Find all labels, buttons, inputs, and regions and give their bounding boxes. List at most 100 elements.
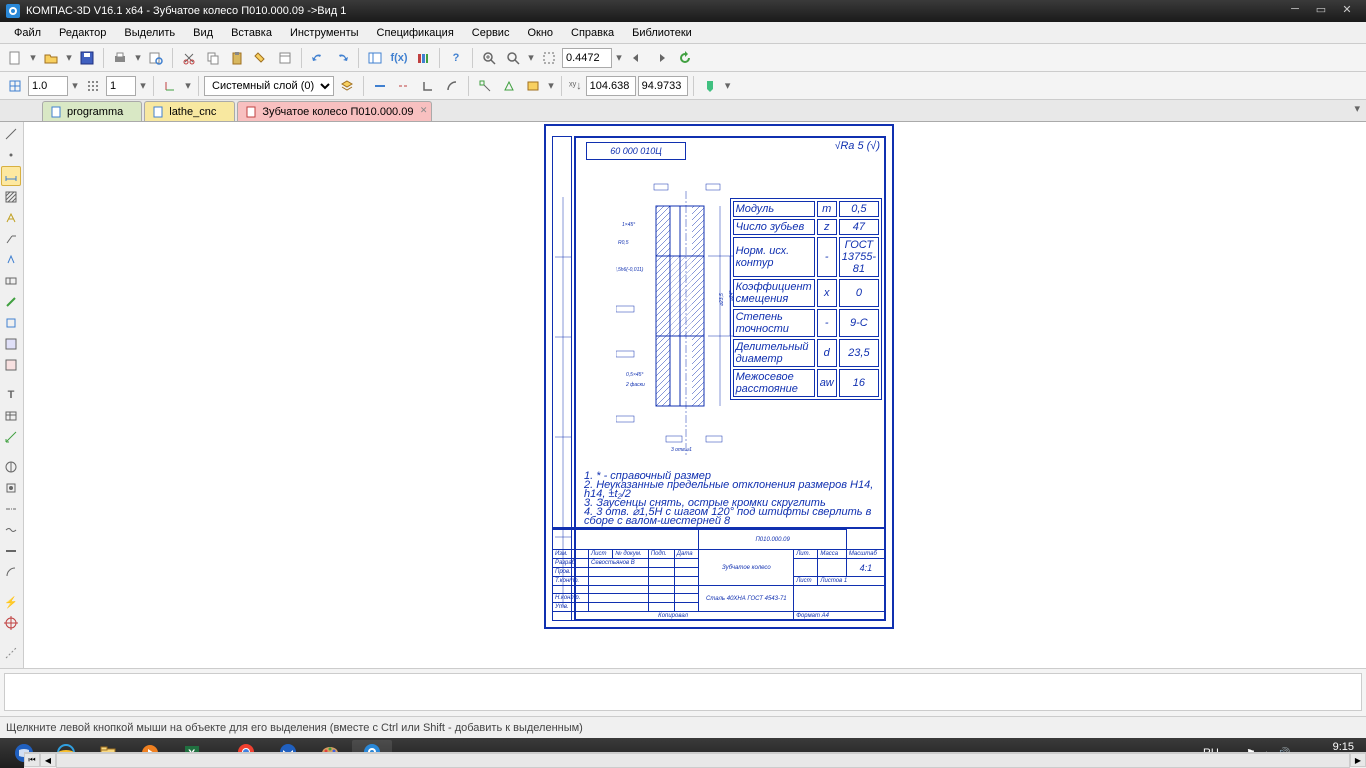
menu-file[interactable]: Файл (6, 25, 49, 41)
grid-button[interactable] (82, 75, 104, 97)
step-dropdown[interactable]: ▾ (70, 79, 80, 92)
minimize-button[interactable]: ─ (1282, 3, 1308, 19)
snap-end-button[interactable] (474, 75, 496, 97)
ucs-dropdown[interactable]: ▾ (183, 79, 193, 92)
tool-leader[interactable] (1, 229, 21, 249)
menu-service[interactable]: Сервис (464, 25, 518, 41)
tool-dimensions[interactable] (1, 166, 21, 186)
refresh-button[interactable] (674, 47, 696, 69)
tab-close-icon[interactable]: ✕ (420, 105, 428, 116)
menu-spec[interactable]: Спецификация (369, 25, 462, 41)
marker-dropdown[interactable]: ▾ (723, 79, 733, 92)
tool-designation[interactable] (1, 208, 21, 228)
tool-text[interactable]: T (1, 385, 21, 405)
marker-button[interactable] (699, 75, 721, 97)
tool-table[interactable] (1, 406, 21, 426)
close-button[interactable]: ✕ (1334, 3, 1360, 19)
snap-grid-button[interactable] (4, 75, 26, 97)
menu-tools[interactable]: Инструменты (282, 25, 367, 41)
library-button[interactable] (412, 47, 434, 69)
tool-edit-2[interactable] (1, 313, 21, 333)
zoom-value-dropdown[interactable]: ▾ (614, 51, 624, 64)
menu-select[interactable]: Выделить (116, 25, 183, 41)
coord-x-input[interactable] (586, 76, 636, 96)
manager-button[interactable] (364, 47, 386, 69)
tool-roughness[interactable] (1, 250, 21, 270)
preview-button[interactable] (145, 47, 167, 69)
tool-spec-1[interactable] (1, 334, 21, 354)
hscroll-panel: ⏮ ◀ ▶ (24, 752, 1366, 768)
tool-spec-2[interactable] (1, 355, 21, 375)
step-input[interactable] (28, 76, 68, 96)
tool-tolerance[interactable] (1, 271, 21, 291)
menu-help[interactable]: Справка (563, 25, 622, 41)
variables-button[interactable]: f(x) (388, 47, 410, 69)
print-button[interactable] (109, 47, 131, 69)
zoom-next-button[interactable] (650, 47, 672, 69)
tool-auxline[interactable] (1, 643, 21, 663)
layer-select[interactable]: Системный слой (0) (204, 76, 334, 96)
zoom-dropdown[interactable]: ▾ (526, 51, 536, 64)
menu-libs[interactable]: Библиотеки (624, 25, 700, 41)
zoom-fit-button[interactable] (502, 47, 524, 69)
zoom-in-button[interactable] (478, 47, 500, 69)
save-button[interactable] (76, 47, 98, 69)
tab-lathe[interactable]: lathe_cnc (144, 101, 235, 121)
params-dropdown[interactable]: ▾ (546, 79, 556, 92)
scroll-track[interactable] (56, 753, 1350, 768)
undo-button[interactable] (307, 47, 329, 69)
tool-hatch[interactable] (1, 187, 21, 207)
help-button[interactable]: ? (445, 47, 467, 69)
round-button[interactable] (441, 75, 463, 97)
tool-target[interactable] (1, 613, 21, 633)
linetype-2[interactable] (393, 75, 415, 97)
cut-button[interactable] (178, 47, 200, 69)
tool-line[interactable] (1, 541, 21, 561)
tool-edit-1[interactable] (1, 292, 21, 312)
tabs-overflow[interactable]: ▾ (1354, 102, 1360, 115)
coord-y-input[interactable] (638, 76, 688, 96)
redo-button[interactable] (331, 47, 353, 69)
tab-gear[interactable]: Зубчатое колесо П010.000.09 ✕ (237, 101, 432, 121)
new-dropdown[interactable]: ▾ (28, 51, 38, 64)
tool-param-2[interactable] (1, 478, 21, 498)
snap-mid-button[interactable] (498, 75, 520, 97)
menu-view[interactable]: Вид (185, 25, 221, 41)
ortho-button[interactable] (417, 75, 439, 97)
command-input-area[interactable] (4, 673, 1362, 711)
new-button[interactable] (4, 47, 26, 69)
tool-param-1[interactable] (1, 457, 21, 477)
properties-button[interactable] (274, 47, 296, 69)
open-button[interactable] (40, 47, 62, 69)
menu-insert[interactable]: Вставка (223, 25, 280, 41)
linetype-1[interactable] (369, 75, 391, 97)
grid-input[interactable] (106, 76, 136, 96)
scroll-first[interactable]: ⏮ (24, 753, 40, 767)
tool-arc[interactable] (1, 562, 21, 582)
zoom-prev-button[interactable] (626, 47, 648, 69)
paste-button[interactable] (226, 47, 248, 69)
scroll-left[interactable]: ◀ (40, 753, 56, 767)
params-button[interactable] (522, 75, 544, 97)
tool-break[interactable] (1, 520, 21, 540)
menu-window[interactable]: Окно (519, 25, 561, 41)
print-dropdown[interactable]: ▾ (133, 51, 143, 64)
menu-edit[interactable]: Редактор (51, 25, 114, 41)
tool-measure[interactable] (1, 427, 21, 447)
ucs-button[interactable] (159, 75, 181, 97)
format-painter-button[interactable] (250, 47, 272, 69)
zoom-input[interactable] (562, 48, 612, 68)
zoom-window-button[interactable] (538, 47, 560, 69)
tool-geometry[interactable] (1, 124, 21, 144)
tab-programma[interactable]: programma (42, 101, 142, 121)
scroll-right[interactable]: ▶ (1350, 753, 1366, 767)
open-dropdown[interactable]: ▾ (64, 51, 74, 64)
layers-button[interactable] (336, 75, 358, 97)
tool-point[interactable] (1, 145, 21, 165)
copy-button[interactable] (202, 47, 224, 69)
maximize-button[interactable]: ▭ (1308, 3, 1334, 19)
drawing-canvas[interactable]: 60 000 010Ц √Ra 5 (√) (24, 122, 1366, 668)
tool-axis[interactable] (1, 499, 21, 519)
grid-dropdown[interactable]: ▾ (138, 79, 148, 92)
tool-bolt[interactable]: ⚡ (1, 592, 21, 612)
